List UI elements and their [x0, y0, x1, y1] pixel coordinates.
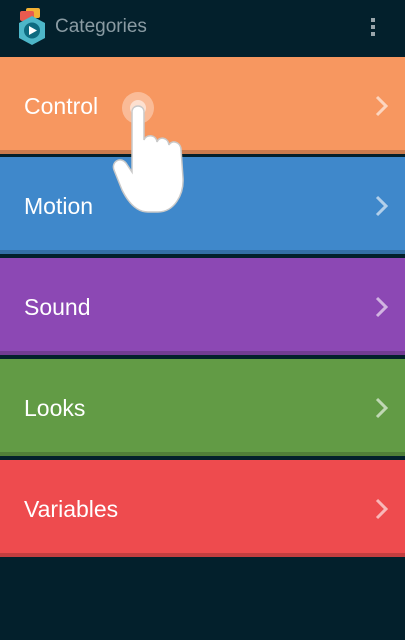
chevron-right-icon — [375, 296, 389, 317]
category-item-motion[interactable]: Motion — [0, 157, 405, 254]
chevron-right-icon — [375, 95, 389, 116]
chevron-right-icon — [375, 397, 389, 418]
category-item-control[interactable]: Control — [0, 57, 405, 154]
action-bar: Categories — [0, 0, 405, 54]
empty-area — [0, 558, 405, 640]
chevron-right-icon — [375, 195, 389, 216]
category-label: Motion — [24, 192, 94, 219]
page-title: Categories — [55, 16, 147, 37]
category-label: Sound — [24, 293, 91, 320]
category-label: Looks — [24, 394, 86, 421]
category-label: Variables — [24, 495, 119, 522]
chevron-right-icon — [375, 498, 389, 519]
category-item-variables[interactable]: Variables — [0, 460, 405, 557]
category-item-sound[interactable]: Sound — [0, 258, 405, 355]
category-label: Control — [24, 92, 99, 119]
category-item-looks[interactable]: Looks — [0, 359, 405, 456]
app-logo-icon[interactable] — [14, 8, 50, 48]
overflow-menu-icon[interactable] — [362, 11, 384, 43]
app-screen: Categories Control Motion Sound Looks Va… — [0, 0, 405, 640]
